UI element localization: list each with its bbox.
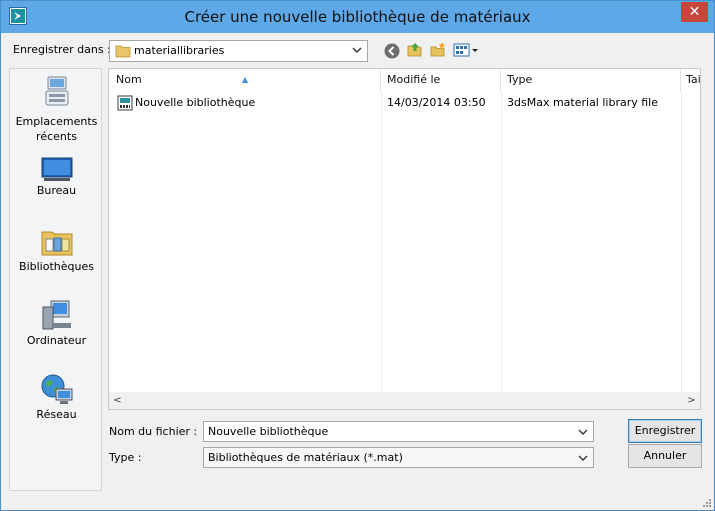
- window-title: Créer une nouvelle bibliothèque de matér…: [184, 8, 531, 26]
- place-recent[interactable]: Emplacements récents: [10, 75, 103, 145]
- chevron-left-icon: <: [113, 395, 122, 406]
- column-divider: [681, 91, 682, 393]
- column-divider: [381, 91, 382, 393]
- close-icon: ✕: [688, 4, 701, 20]
- place-label: Bibliothèques: [19, 260, 94, 273]
- file-modified: 14/03/2014 03:50: [387, 96, 486, 109]
- save-in-label: Enregistrer dans :: [13, 43, 111, 56]
- column-header-modified[interactable]: Modifié le: [381, 69, 501, 91]
- save-button[interactable]: Enregistrer: [628, 419, 702, 443]
- file-type-select[interactable]: Bibliothèques de matériaux (*.mat): [203, 447, 594, 468]
- column-header-name[interactable]: Nom ▲: [110, 69, 381, 91]
- horizontal-scrollbar[interactable]: < >: [109, 392, 700, 409]
- type-label: Type :: [109, 451, 142, 464]
- close-button[interactable]: ✕: [681, 2, 708, 22]
- filename-value: Nouvelle bibliothèque: [208, 425, 329, 438]
- file-type-value: Bibliothèques de matériaux (*.mat): [208, 451, 403, 464]
- column-divider: [501, 91, 502, 393]
- filename-label: Nom du fichier :: [109, 425, 198, 438]
- places-bar: Emplacements récents Bureau Bibliothèque…: [9, 68, 102, 491]
- place-label: Bureau: [36, 184, 77, 197]
- filename-input[interactable]: Nouvelle bibliothèque: [203, 421, 594, 442]
- title-bar[interactable]: Créer une nouvelle bibliothèque de matér…: [1, 1, 714, 33]
- desktop-icon: [41, 157, 73, 181]
- back-icon[interactable]: [383, 42, 401, 60]
- place-network[interactable]: Réseau: [10, 373, 103, 427]
- chevron-down-icon: [352, 47, 362, 53]
- file-name: Nouvelle bibliothèque: [135, 96, 256, 109]
- location-value: materiallibraries: [134, 44, 225, 57]
- column-header-type[interactable]: Type: [501, 69, 681, 91]
- place-label: Réseau: [36, 408, 77, 421]
- file-type: 3dsMax material library file: [507, 96, 658, 109]
- scroll-track[interactable]: [126, 394, 683, 407]
- recent-places-icon: [45, 76, 69, 106]
- place-libraries[interactable]: Bibliothèques: [10, 225, 103, 279]
- material-library-file-icon: [117, 95, 133, 111]
- file-list[interactable]: Nom ▲ Modifié le Type Tai Nouvelle bibli…: [108, 68, 701, 410]
- column-header-size[interactable]: Tai: [681, 69, 700, 91]
- location-dropdown[interactable]: materiallibraries: [109, 40, 368, 62]
- chevron-down-icon[interactable]: [577, 426, 589, 438]
- new-folder-icon[interactable]: [429, 41, 447, 59]
- place-label: Emplacements récents: [15, 115, 98, 143]
- place-computer[interactable]: Ordinateur: [10, 299, 103, 353]
- view-menu-icon[interactable]: [453, 41, 479, 59]
- up-folder-icon[interactable]: [406, 41, 424, 59]
- place-label: Ordinateur: [26, 334, 87, 347]
- computer-icon: [42, 300, 71, 330]
- file-row[interactable]: Nouvelle bibliothèque 14/03/2014 03:50 3…: [110, 93, 700, 113]
- scroll-right-button[interactable]: >: [683, 392, 700, 409]
- network-icon: [41, 374, 73, 404]
- place-desktop[interactable]: Bureau: [10, 153, 103, 203]
- resize-grip-icon[interactable]: [701, 497, 711, 507]
- libraries-icon: [41, 231, 73, 256]
- sort-ascending-icon: ▲: [242, 75, 249, 84]
- scroll-left-button[interactable]: <: [109, 392, 126, 409]
- folder-icon: [115, 45, 131, 58]
- chevron-right-icon: >: [687, 395, 696, 406]
- save-dialog: Créer une nouvelle bibliothèque de matér…: [0, 0, 715, 511]
- chevron-down-icon[interactable]: [577, 452, 589, 464]
- cancel-button[interactable]: Annuler: [628, 444, 702, 468]
